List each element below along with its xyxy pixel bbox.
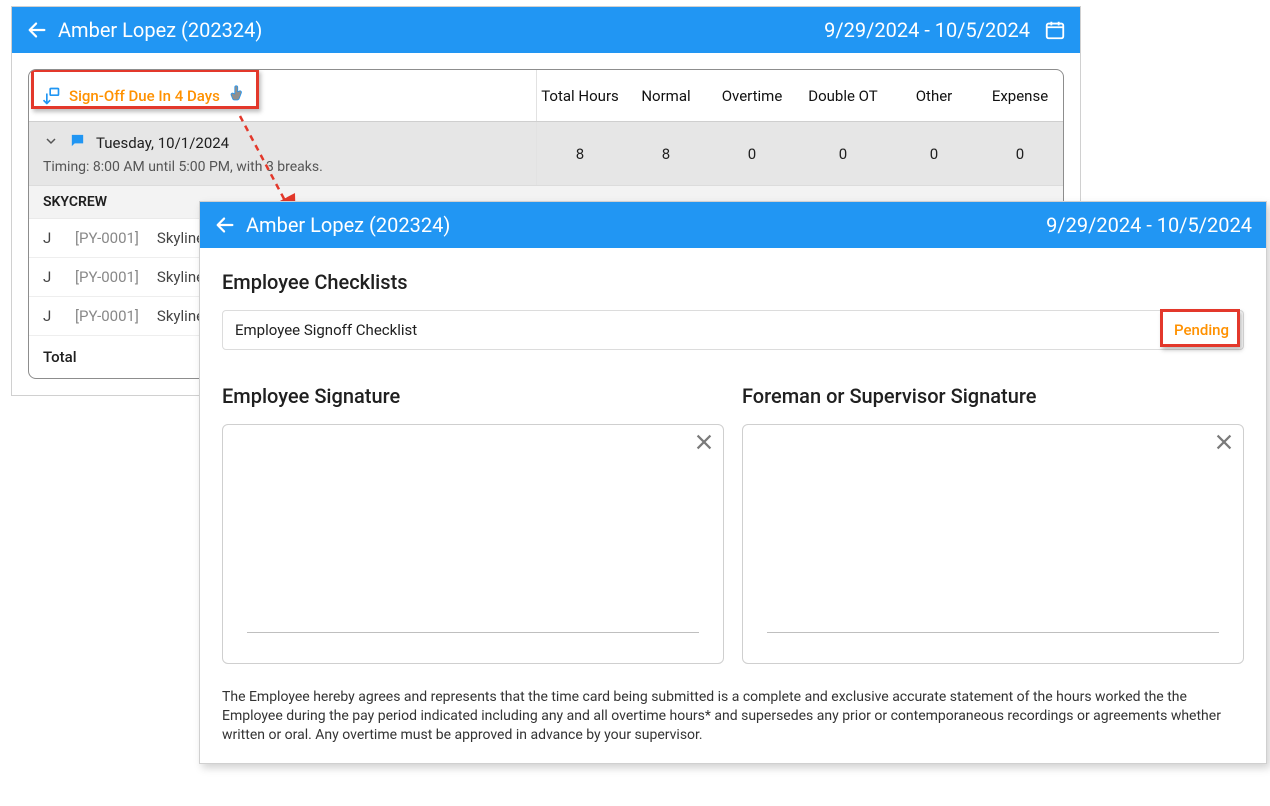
day-total: 8 [537, 145, 623, 163]
col-expense: Expense [977, 87, 1063, 105]
signoff-header: Amber Lopez (202324) 9/29/2024 - 10/5/20… [200, 202, 1266, 248]
checklist-status: Pending [1172, 321, 1231, 339]
supervisor-signature-title: Foreman or Supervisor Signature [742, 384, 1244, 408]
col-overtime: Overtime [709, 87, 795, 105]
checklists-title: Employee Checklists [222, 270, 1244, 294]
back-arrow-icon[interactable] [26, 19, 48, 41]
calendar-icon[interactable] [1044, 19, 1066, 41]
col-double-ot: Double OT [795, 87, 891, 105]
job-pid: [PY-0001] [75, 229, 139, 247]
chevron-down-icon[interactable] [43, 133, 59, 153]
col-total-hours: Total Hours [537, 87, 623, 105]
day-overtime: 0 [709, 145, 795, 163]
note-icon[interactable] [69, 132, 86, 153]
app-header: Amber Lopez (202324) 9/29/2024 - 10/5/20… [12, 7, 1080, 53]
touch-icon [228, 83, 246, 109]
col-other: Other [891, 87, 977, 105]
clear-signature-button[interactable] [1213, 431, 1235, 457]
job-pid: [PY-0001] [75, 307, 139, 325]
job-type: J [43, 229, 57, 247]
supervisor-signature-section: Foreman or Supervisor Signature [742, 384, 1244, 664]
signoff-panel: Amber Lopez (202324) 9/29/2024 - 10/5/20… [199, 201, 1267, 764]
day-label: Tuesday, 10/1/2024 [96, 134, 229, 152]
day-timing: Timing: 8:00 AM until 5:00 PM, with 3 br… [43, 159, 522, 175]
job-type: J [43, 268, 57, 286]
day-other: 0 [891, 145, 977, 163]
disclaimer-text: The Employee hereby agrees and represent… [222, 688, 1244, 745]
day-row[interactable]: Tuesday, 10/1/2024 Timing: 8:00 AM until… [29, 122, 1063, 186]
employee-signature-pad[interactable] [222, 424, 724, 664]
header-date-range: 9/29/2024 - 10/5/2024 [824, 18, 1030, 42]
employee-signature-title: Employee Signature [222, 384, 724, 408]
signature-line [767, 632, 1219, 633]
signature-line [247, 632, 699, 633]
job-pid: [PY-0001] [75, 268, 139, 286]
job-type: J [43, 307, 57, 325]
day-double-ot: 0 [795, 145, 891, 163]
header-date-range: 9/29/2024 - 10/5/2024 [1046, 213, 1252, 237]
day-normal: 8 [623, 145, 709, 163]
columns-header: Sign-Off Due In 4 Days Total Hours Norma… [29, 70, 1063, 122]
checklist-row[interactable]: Employee Signoff Checklist Pending [222, 310, 1244, 350]
employee-signature-section: Employee Signature [222, 384, 724, 664]
back-arrow-icon[interactable] [214, 214, 236, 236]
checklist-name: Employee Signoff Checklist [235, 321, 417, 339]
clear-signature-button[interactable] [693, 431, 715, 457]
header-employee: Amber Lopez (202324) [58, 18, 262, 42]
signoff-due-pill[interactable]: Sign-Off Due In 4 Days [41, 83, 246, 109]
supervisor-signature-pad[interactable] [742, 424, 1244, 664]
header-employee: Amber Lopez (202324) [246, 213, 450, 237]
signoff-due-label: Sign-Off Due In 4 Days [69, 87, 220, 105]
col-normal: Normal [623, 87, 709, 105]
day-expense: 0 [977, 145, 1063, 163]
